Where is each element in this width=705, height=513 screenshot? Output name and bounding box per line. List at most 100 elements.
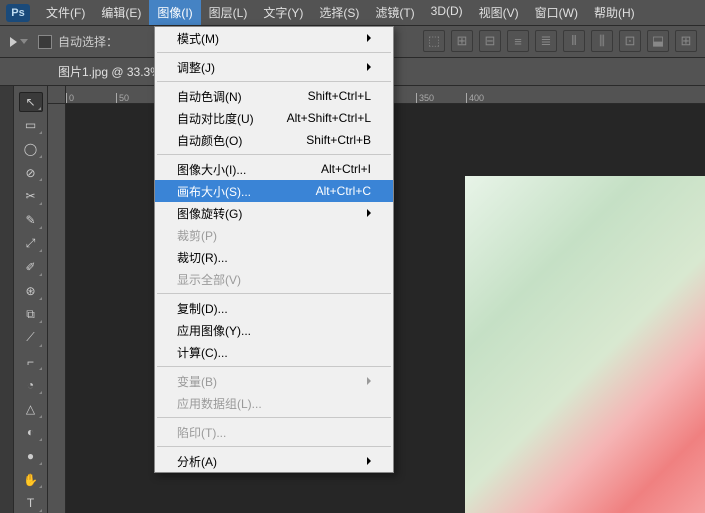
- tool-palette: ↖ ▭ ◯ ⊘ ✂ ✎ ⤢ ✐ ⊛ ⧉ ⟋ ⌐ ◔ △ ◐ ● ✋ T: [14, 86, 48, 513]
- menu-row-label: 裁剪(P): [177, 227, 217, 244]
- submenu-arrow-icon: [367, 377, 371, 385]
- tool-button[interactable]: ↖: [19, 92, 43, 112]
- align-icon[interactable]: ⊞: [675, 30, 697, 52]
- tool-button[interactable]: ⌐: [19, 352, 43, 372]
- align-icon[interactable]: ⫼: [591, 30, 613, 52]
- tool-button[interactable]: ✎: [19, 210, 43, 230]
- menu-separator: [157, 366, 391, 367]
- menu-item[interactable]: 滤镜(T): [367, 0, 422, 25]
- menu-row[interactable]: 分析(A): [155, 450, 393, 472]
- tool-button[interactable]: T: [19, 493, 43, 513]
- tool-button[interactable]: ⊘: [19, 163, 43, 183]
- menu-item[interactable]: 3D(D): [423, 0, 471, 25]
- menu-row[interactable]: 应用图像(Y)...: [155, 319, 393, 341]
- menu-item[interactable]: 选择(S): [311, 0, 367, 25]
- document-image[interactable]: [465, 176, 705, 513]
- dropdown-icon[interactable]: [20, 39, 28, 44]
- submenu-arrow-icon: [367, 63, 371, 71]
- menu-row-label: 图像旋转(G): [177, 205, 242, 222]
- menu-row[interactable]: 自动色调(N) Shift+Ctrl+L: [155, 85, 393, 107]
- menu-item[interactable]: 窗口(W): [527, 0, 586, 25]
- submenu-arrow-icon: [367, 457, 371, 465]
- align-icon[interactable]: ⊡: [619, 30, 641, 52]
- menu-row[interactable]: 复制(D)...: [155, 297, 393, 319]
- tool-button[interactable]: △: [19, 399, 43, 419]
- menu-row[interactable]: 模式(M): [155, 27, 393, 49]
- tool-button[interactable]: ✂: [19, 186, 43, 206]
- menu-bar: Ps 文件(F)编辑(E)图像(I)图层(L)文字(Y)选择(S)滤镜(T)3D…: [0, 0, 705, 26]
- menu-item[interactable]: 图像(I): [149, 0, 200, 25]
- tool-button[interactable]: ✋: [19, 470, 43, 490]
- menu-row-label: 应用图像(Y)...: [177, 322, 251, 339]
- ruler-tick: 400: [466, 93, 516, 103]
- menu-row[interactable]: 画布大小(S)... Alt+Ctrl+C: [155, 180, 393, 202]
- document-tab-title: 图片1.jpg @ 33.3%: [58, 63, 161, 80]
- menu-separator: [157, 293, 391, 294]
- menu-row-label: 应用数据组(L)...: [177, 395, 262, 412]
- menu-row-label: 复制(D)...: [177, 300, 228, 317]
- align-icon[interactable]: ⬚: [423, 30, 445, 52]
- tool-button[interactable]: ⤢: [19, 234, 43, 254]
- ruler-vertical[interactable]: [48, 104, 66, 513]
- ruler-tick: 350: [416, 93, 466, 103]
- menu-row[interactable]: 图像大小(I)...Alt+Ctrl+I: [155, 158, 393, 180]
- menu-item[interactable]: 文件(F): [38, 0, 93, 25]
- menu-item[interactable]: 文字(Y): [255, 0, 311, 25]
- menu-separator: [157, 81, 391, 82]
- menu-row-label: 裁切(R)...: [177, 249, 228, 266]
- menu-row-label: 自动对比度(U): [177, 110, 254, 127]
- menu-item[interactable]: 图层(L): [201, 0, 256, 25]
- align-icon[interactable]: ⬓: [647, 30, 669, 52]
- align-icon[interactable]: ⫴: [563, 30, 585, 52]
- align-icon[interactable]: ⊟: [479, 30, 501, 52]
- menu-row-label: 变量(B): [177, 373, 217, 390]
- menu-separator: [157, 417, 391, 418]
- menu-row[interactable]: 计算(C)...: [155, 341, 393, 363]
- ruler-corner: [48, 86, 66, 104]
- tool-button[interactable]: ●: [19, 446, 43, 466]
- menu-row-label: 陷印(T)...: [177, 424, 226, 441]
- image-menu-dropdown: 模式(M) 调整(J) 自动色调(N) Shift+Ctrl+L 自动对比度(U) Alt…: [154, 26, 394, 473]
- tool-button[interactable]: ⟋: [19, 328, 43, 348]
- auto-select-label: 自动选择：: [58, 33, 118, 50]
- ruler-tick: 0: [66, 93, 116, 103]
- menu-row[interactable]: 自动颜色(O) Shift+Ctrl+B: [155, 129, 393, 151]
- menu-item[interactable]: 帮助(H): [586, 0, 643, 25]
- tool-button[interactable]: ✐: [19, 257, 43, 277]
- menu-row[interactable]: 自动对比度(U) Alt+Shift+Ctrl+L: [155, 107, 393, 129]
- menu-row-shortcut: Shift+Ctrl+B: [306, 133, 371, 147]
- menu-row[interactable]: 图像旋转(G): [155, 202, 393, 224]
- align-icon[interactable]: ≡: [507, 30, 529, 52]
- menu-row-shortcut: Alt+Ctrl+C: [316, 184, 371, 198]
- menu-row-shortcut: Alt+Ctrl+I: [321, 162, 371, 176]
- menu-row: 显示全部(V): [155, 268, 393, 290]
- menu-row-label: 画布大小(S)...: [177, 183, 251, 200]
- menu-item[interactable]: 编辑(E): [93, 0, 149, 25]
- menu-separator: [157, 52, 391, 53]
- app-logo: Ps: [6, 4, 30, 22]
- menu-row[interactable]: 调整(J): [155, 56, 393, 78]
- menu-row-label: 显示全部(V): [177, 271, 241, 288]
- tool-button[interactable]: ⧉: [19, 305, 43, 325]
- align-icon[interactable]: ⊞: [451, 30, 473, 52]
- tool-button[interactable]: ◐: [19, 423, 43, 443]
- tool-button[interactable]: ◯: [19, 139, 43, 159]
- menu-separator: [157, 446, 391, 447]
- menu-row: 变量(B): [155, 370, 393, 392]
- auto-select-checkbox[interactable]: [38, 35, 52, 49]
- menu-item[interactable]: 视图(V): [471, 0, 527, 25]
- tool-button[interactable]: ⊛: [19, 281, 43, 301]
- tool-button[interactable]: ◔: [19, 375, 43, 395]
- menu-row-shortcut: Alt+Shift+Ctrl+L: [287, 111, 371, 125]
- menu-row-label: 计算(C)...: [177, 344, 228, 361]
- submenu-arrow-icon: [367, 34, 371, 42]
- menu-row-label: 自动色调(N): [177, 88, 242, 105]
- menu-row-label: 自动颜色(O): [177, 132, 242, 149]
- tool-button[interactable]: ▭: [19, 116, 43, 136]
- panel-collapse-strip[interactable]: [0, 86, 14, 513]
- menu-row[interactable]: 裁切(R)...: [155, 246, 393, 268]
- document-tab[interactable]: 图片1.jpg @ 33.3%: [48, 58, 171, 85]
- menu-row-shortcut: Shift+Ctrl+L: [308, 89, 371, 103]
- move-tool-indicator: [10, 37, 17, 47]
- align-icon[interactable]: ≣: [535, 30, 557, 52]
